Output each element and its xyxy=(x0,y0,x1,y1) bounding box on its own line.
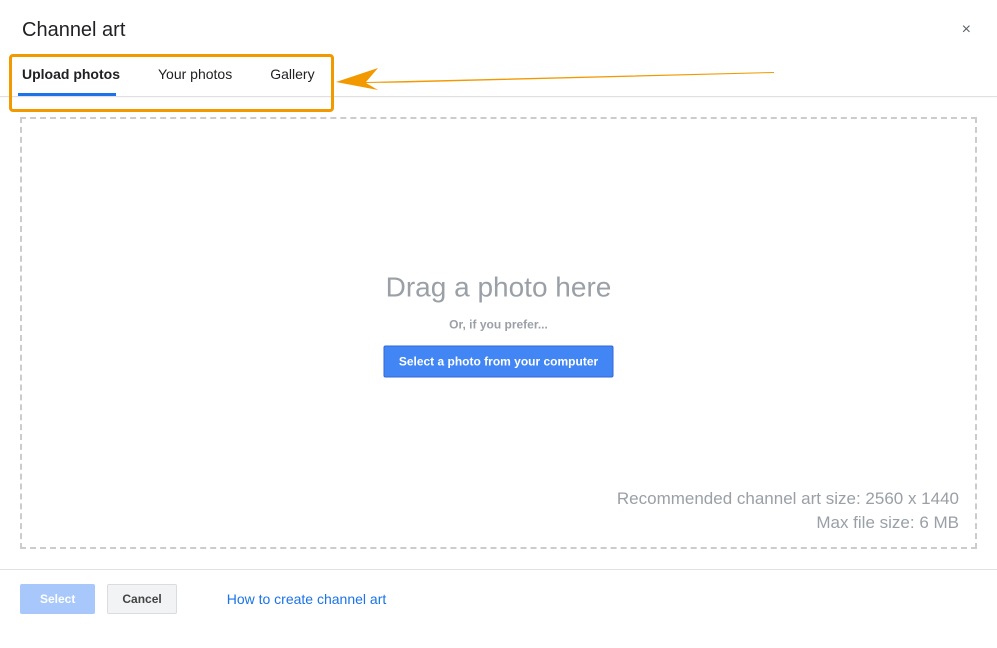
active-tab-underline xyxy=(18,93,116,96)
tabs: Upload photos Your photos Gallery xyxy=(0,52,997,96)
tab-your-photos[interactable]: Your photos xyxy=(158,52,250,96)
photo-dropzone[interactable]: Drag a photo here Or, if you prefer... S… xyxy=(20,117,977,549)
main-area: Drag a photo here Or, if you prefer... S… xyxy=(0,97,997,569)
dropzone-content: Drag a photo here Or, if you prefer... S… xyxy=(22,272,975,378)
select-photo-button[interactable]: Select a photo from your computer xyxy=(384,346,613,378)
select-button[interactable]: Select xyxy=(20,584,95,614)
size-info: Recommended channel art size: 2560 x 144… xyxy=(617,487,959,535)
tab-upload-photos[interactable]: Upload photos xyxy=(22,52,138,96)
tabs-container: Upload photos Your photos Gallery xyxy=(0,52,997,97)
recommended-size-text: Recommended channel art size: 2560 x 144… xyxy=(617,487,959,511)
how-to-link[interactable]: How to create channel art xyxy=(227,591,387,607)
or-text: Or, if you prefer... xyxy=(22,318,975,332)
max-file-size-text: Max file size: 6 MB xyxy=(617,511,959,535)
dialog-title: Channel art xyxy=(22,19,125,42)
tab-divider xyxy=(0,96,997,97)
tab-gallery[interactable]: Gallery xyxy=(270,52,332,96)
dialog-header: Channel art × xyxy=(0,0,997,52)
cancel-button[interactable]: Cancel xyxy=(107,584,176,614)
drag-prompt-text: Drag a photo here xyxy=(22,272,975,304)
dialog-footer: Select Cancel How to create channel art xyxy=(0,570,997,628)
close-icon[interactable]: × xyxy=(958,18,975,42)
